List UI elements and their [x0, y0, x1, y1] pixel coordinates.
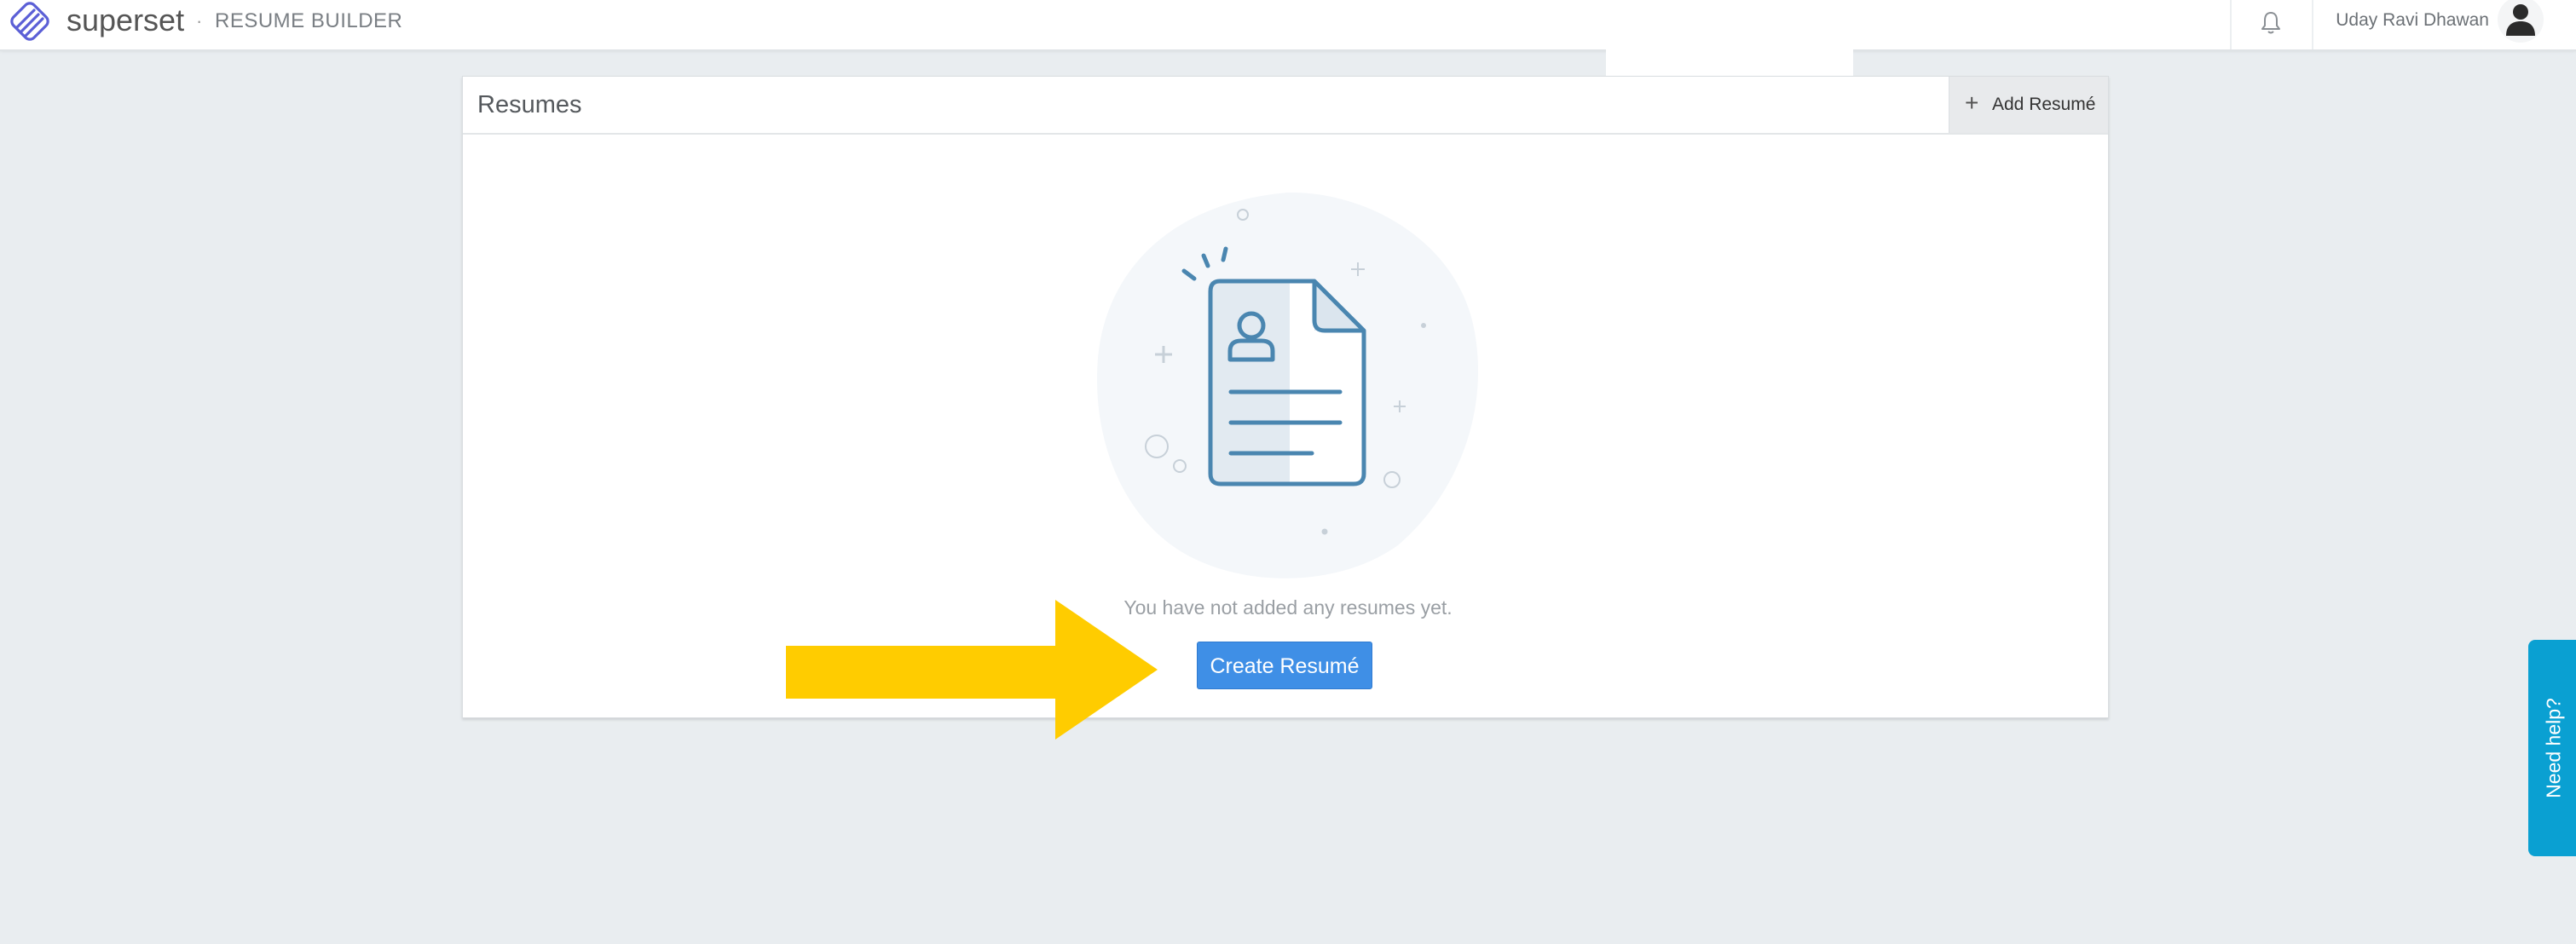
- brand-separator: ·: [196, 10, 203, 32]
- avatar[interactable]: [2498, 0, 2544, 43]
- need-help-tab[interactable]: Need help?: [2528, 640, 2576, 856]
- need-help-label: Need help?: [2542, 698, 2565, 798]
- navbar-divider: [2312, 0, 2313, 49]
- add-resume-button[interactable]: + Add Resumé: [1949, 77, 2108, 133]
- navbar-divider: [2230, 0, 2232, 49]
- create-resume-button[interactable]: Create Resumé: [1197, 642, 1372, 689]
- yellow-arrow-icon: [786, 600, 1158, 740]
- bell-icon[interactable]: [2259, 9, 2283, 37]
- top-navbar: superset · RESUME BUILDER Uday Ravi Dhaw…: [0, 0, 2576, 51]
- page-title: Resumes: [477, 91, 582, 118]
- resume-document-icon: [1096, 192, 1479, 578]
- user-name[interactable]: Uday Ravi Dhawan: [2336, 0, 2489, 41]
- brand-name[interactable]: superset: [66, 0, 184, 43]
- plus-icon: +: [1965, 89, 1979, 116]
- card-header: Resumes + Add Resumé: [463, 77, 2108, 135]
- superset-logo-icon[interactable]: [5, 2, 58, 43]
- add-resume-label: Add Resumé: [1992, 95, 2096, 114]
- user-avatar-icon: [2506, 4, 2535, 36]
- empty-state-message: You have not added any resumes yet.: [1123, 596, 1453, 619]
- product-name: RESUME BUILDER: [215, 9, 403, 32]
